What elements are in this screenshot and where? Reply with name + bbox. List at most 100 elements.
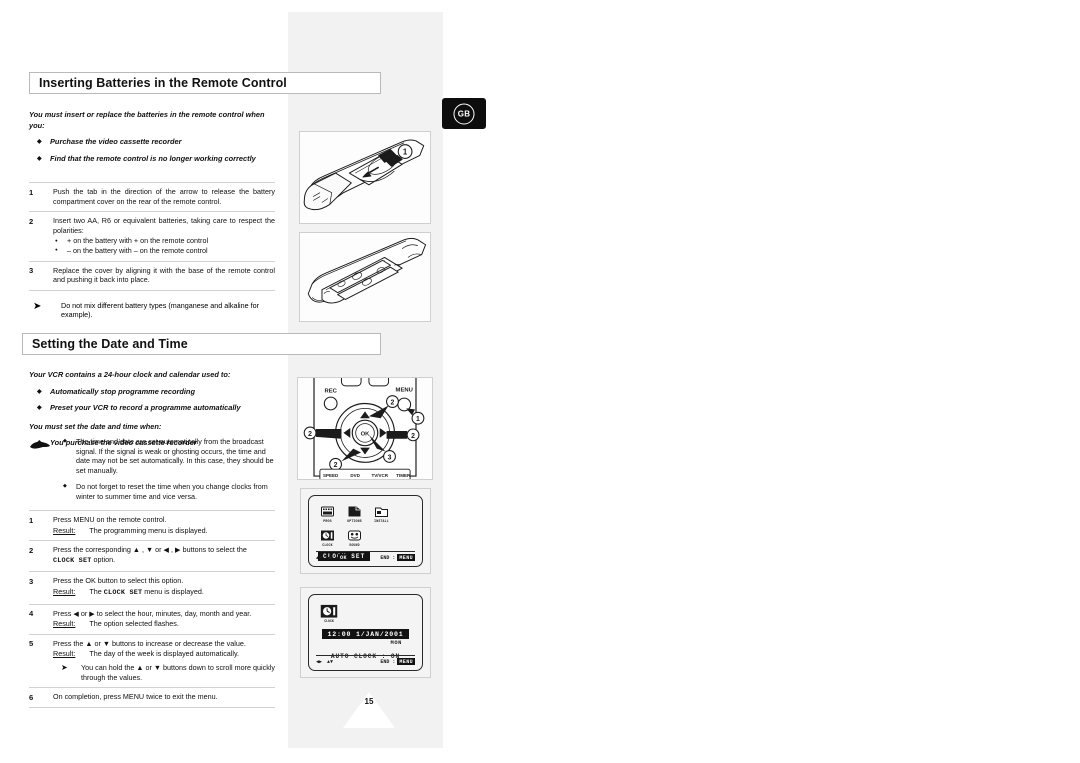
osd-icon-label: OPTIONS: [347, 518, 362, 523]
step-row: 1 Push the tab in the direction of the a…: [29, 182, 275, 211]
step-text: Press the OK button to select this optio…: [53, 576, 184, 586]
batteries-intro: You must insert or replace the batteries…: [29, 110, 265, 130]
step-text-post: buttons to select the: [182, 545, 247, 555]
datetime-intro-bullets: Automatically stop programme recording P…: [29, 387, 279, 414]
step-text: Press ◀ or ▶ to select the hour, minutes…: [53, 608, 252, 618]
step-number: 1: [29, 515, 34, 525]
step-number: 6: [29, 692, 34, 702]
step-row: 5 Press the ▲ or ▼ buttons to increase o…: [29, 633, 275, 687]
result-label: Result:: [53, 619, 76, 629]
callout-number-2: 2: [334, 462, 338, 469]
osd-icon-install[interactable]: INSTALL: [373, 505, 390, 523]
step-row: 2 Insert two AA, R6 or equivalent batter…: [29, 211, 275, 260]
region-badge: GB: [442, 98, 486, 129]
batteries-intro-bullets: Purchase the video cassette recorder Fin…: [29, 137, 275, 164]
list-item: Automatically stop programme recording: [29, 387, 279, 398]
step-number: 3: [29, 576, 34, 586]
list-item: + on the battery with + on the remote co…: [53, 236, 275, 246]
osd-icon-label: INSTALL: [374, 518, 389, 523]
callout-number-2: 2: [308, 431, 312, 438]
osd-screen: PROG OPTIONS INSTALL CLOCK SOUND CLOCK S…: [301, 489, 430, 573]
step-text-end: option.: [93, 554, 116, 564]
region-badge-label: GB: [453, 103, 475, 124]
osd-time-date-value[interactable]: 12:00 1/JAN/2001: [322, 629, 409, 639]
clock-icon: [320, 604, 338, 618]
osd-menu-chip[interactable]: MENU: [397, 658, 415, 665]
result-text: The programming menu is displayed.: [89, 525, 208, 535]
osd-icon-clock[interactable]: CLOCK: [319, 529, 336, 547]
remote-open-illustration: 1: [303, 139, 425, 211]
arrow-marker-icon: ➤: [33, 300, 42, 312]
sound-icon: [348, 530, 361, 541]
osd-icon-label: SOUND: [349, 542, 360, 547]
osd-clock-label: CLOCK: [324, 619, 334, 624]
step-number: 1: [29, 187, 34, 197]
callout-number-1: 1: [416, 416, 420, 423]
step-text: On completion, press MENU twice to exit …: [53, 692, 218, 702]
batteries-note: ➤ Do not mix different battery types (ma…: [29, 289, 275, 328]
osd-nav-updown-icon: ▲▼: [327, 658, 334, 665]
result-text-pre: The: [89, 586, 102, 596]
remote-batteries-illustration: [307, 237, 427, 304]
callout-number-2: 2: [411, 433, 415, 440]
result-label: Result:: [53, 649, 76, 659]
result-text: The day of the week is displayed automat…: [89, 649, 240, 659]
list-item: Do not forget to reset the time when you…: [63, 482, 279, 501]
osd-icon-label: PROG: [323, 518, 332, 523]
step-result: Result: The programming menu is displayed…: [53, 526, 275, 536]
osd-menu-chip[interactable]: MENU: [397, 554, 415, 561]
options-icon: [348, 506, 361, 517]
dvd-button-label: DVD: [350, 473, 360, 478]
osd-nav-leftright-icon: ◀▶: [316, 658, 323, 665]
osd-icon-prog[interactable]: PROG: [319, 505, 336, 523]
callout-number-1: 1: [403, 148, 408, 157]
osd-frame: CLOCK 12:00 1/JAN/2001 MON AUTO CLOCK : …: [308, 594, 423, 671]
list-item: The time and date are set automatically …: [63, 437, 279, 475]
step-text-pre: Press the corresponding: [53, 545, 131, 555]
step-text: Insert two AA, R6 or equivalent batterie…: [53, 216, 275, 255]
result-text-post: menu is displayed.: [144, 586, 204, 596]
arrow-marker-icon: ➤: [61, 662, 68, 672]
list-item: Preset your VCR to record a programme au…: [29, 403, 279, 414]
step-tip-text: You can hold the ▲ or ▼ buttons down to …: [81, 662, 275, 682]
datetime-intro: Your VCR contains a 24-hour clock and ca…: [29, 370, 231, 379]
osd-icon-sound[interactable]: SOUND: [346, 529, 363, 547]
prog-icon: [321, 506, 334, 517]
timer-button-label: TIMER: [396, 473, 411, 478]
step-text-main: Insert two AA, R6 or equivalent batterie…: [53, 216, 275, 235]
datetime-steps: 1 Press MENU on the remote control. Resu…: [29, 510, 275, 708]
page-number: 15: [364, 697, 374, 706]
rec-label: REC: [324, 389, 337, 395]
result-text: The option selected flashes.: [89, 619, 179, 629]
step-number: 5: [29, 639, 34, 649]
menu-label: MENU: [396, 388, 413, 394]
osd-ok-chip[interactable]: OK: [338, 554, 349, 561]
list-item: Find that the remote control is no longe…: [29, 154, 275, 165]
osd-footer: ◀▶ ▲▼ END : MENU: [316, 655, 415, 665]
step-row: 3 Replace the cover by aligning it with …: [29, 260, 275, 290]
osd-footer: ▲▼ ◀▶ OK END : MENU: [316, 551, 415, 561]
osd-icon-row-1: PROG OPTIONS INSTALL: [319, 505, 390, 523]
osd-screen: CLOCK 12:00 1/JAN/2001 MON AUTO CLOCK : …: [301, 588, 430, 677]
figure-remote-keypad: REC MENU OK 1 2 2 2 2 3 SPEED DVD TV/VCR…: [297, 377, 433, 480]
figure-remote-battery-inserted: [299, 232, 431, 322]
clock-set-mono: CLOCK SET: [103, 588, 143, 597]
step-row: 3 Press the OK button to select this opt…: [29, 571, 275, 603]
clock-set-mono: CLOCK SET: [53, 556, 92, 565]
datetime-hand-notes: The time and date are set automatically …: [29, 437, 279, 509]
osd-icon-options[interactable]: OPTIONS: [346, 505, 363, 523]
batteries-steps: 1 Push the tab in the direction of the a…: [29, 182, 275, 328]
rec-button-icon: [323, 396, 338, 411]
section-title-batteries: Inserting Batteries in the Remote Contro…: [29, 72, 381, 94]
step-number: 3: [29, 266, 34, 276]
osd-frame: PROG OPTIONS INSTALL CLOCK SOUND CLOCK S…: [308, 495, 423, 567]
tvvcr-button-label: TV/VCR: [371, 473, 388, 478]
list-item: – on the battery with – on the remote co…: [53, 245, 275, 256]
osd-nav-updown-icon: ▲▼: [316, 554, 323, 561]
osd-clock-header: CLOCK: [319, 603, 339, 623]
step-row: 2 Press the corresponding ▲ , ▼ or ◀ , ▶…: [29, 540, 275, 571]
callout-number-3: 3: [388, 454, 392, 461]
step-number: 4: [29, 609, 34, 619]
ok-label: OK: [361, 431, 371, 437]
speed-button-label: SPEED: [323, 473, 339, 478]
